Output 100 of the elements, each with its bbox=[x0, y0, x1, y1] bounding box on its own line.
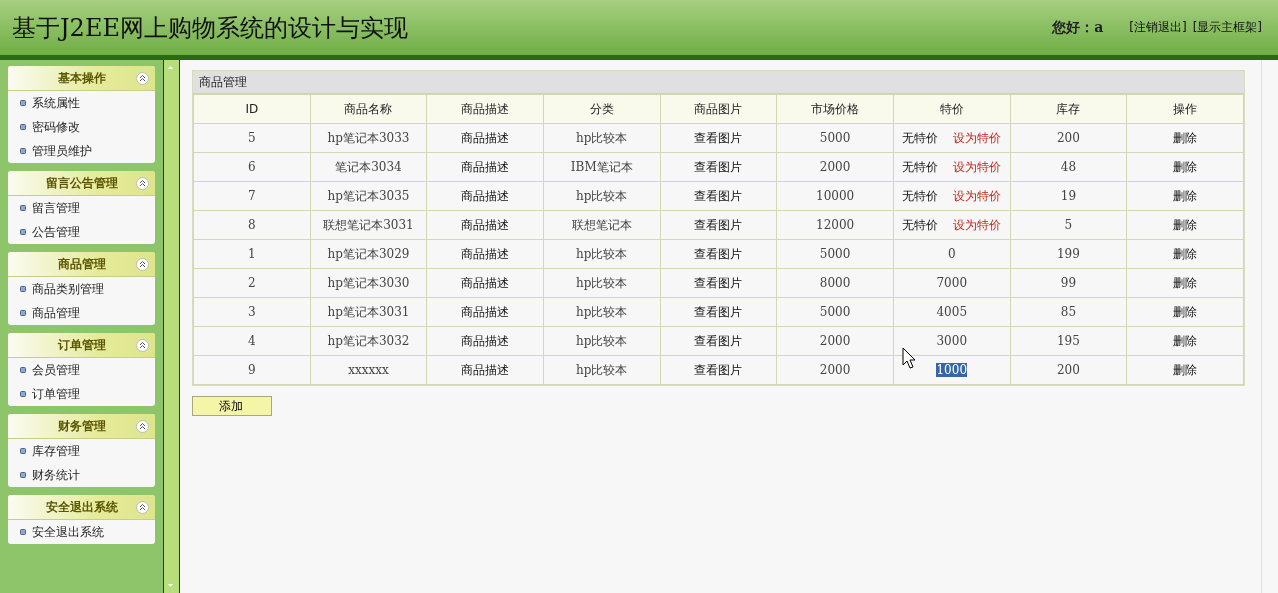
table-cell: 8 bbox=[248, 218, 256, 232]
group-header[interactable]: 商品管理 bbox=[8, 252, 155, 277]
table-cell: 99 bbox=[1060, 276, 1077, 290]
table-cell: 联想笔记本 bbox=[571, 217, 632, 232]
sidebar-item[interactable]: 管理员维护 bbox=[8, 139, 155, 163]
group-header[interactable]: 留言公告管理 bbox=[8, 171, 155, 196]
delete-link[interactable]: 删除 bbox=[1173, 275, 1198, 290]
bullet-icon bbox=[20, 148, 26, 154]
special-price: 3000 bbox=[936, 334, 968, 348]
table-cell: 7 bbox=[248, 189, 256, 203]
group-title: 商品管理 bbox=[57, 255, 106, 273]
column-header: 特价 bbox=[893, 94, 1011, 124]
table-cell: 2000 bbox=[819, 363, 851, 377]
table-cell: hp笔记本3033 bbox=[327, 130, 410, 145]
table-cell: 5 bbox=[1064, 218, 1073, 232]
sidebar-item[interactable]: 留言管理 bbox=[8, 196, 155, 220]
bullet-icon bbox=[20, 229, 26, 235]
group-title: 留言公告管理 bbox=[45, 174, 118, 192]
delete-link[interactable]: 删除 bbox=[1173, 159, 1198, 174]
table-cell: 10000 bbox=[816, 189, 855, 203]
column-header: 商品图片 bbox=[660, 94, 777, 124]
delete-link[interactable]: 删除 bbox=[1173, 246, 1198, 261]
delete-link[interactable]: 删除 bbox=[1173, 130, 1198, 145]
add-button[interactable]: 添加 bbox=[192, 396, 272, 416]
collapse-icon[interactable] bbox=[136, 501, 149, 514]
collapse-icon[interactable] bbox=[136, 420, 149, 433]
column-header: 商品描述 bbox=[426, 94, 544, 124]
delete-link[interactable]: 删除 bbox=[1173, 333, 1198, 348]
table-cell: 8000 bbox=[819, 276, 851, 290]
table-cell: IBM笔记本 bbox=[570, 159, 633, 174]
no-special-label: 无特价 bbox=[901, 217, 938, 232]
sidebar-item[interactable]: 安全退出系统 bbox=[8, 520, 155, 544]
set-special-link[interactable]: 设为特价 bbox=[953, 130, 1002, 145]
header-link[interactable]: [注销退出] bbox=[1129, 19, 1187, 36]
bullet-icon bbox=[20, 286, 26, 292]
table-cell: 200 bbox=[1056, 363, 1080, 377]
sidebar-item[interactable]: 系统属性 bbox=[8, 91, 155, 115]
table-cell: 2000 bbox=[819, 334, 851, 348]
delete-link[interactable]: 删除 bbox=[1173, 217, 1198, 232]
set-special-link[interactable]: 设为特价 bbox=[953, 188, 1002, 203]
sidebar-item[interactable]: 商品管理 bbox=[8, 301, 155, 325]
cursor-icon bbox=[902, 347, 916, 369]
special-price: 4005 bbox=[936, 305, 968, 319]
group-header[interactable]: 订单管理 bbox=[8, 333, 155, 358]
group-title: 财务管理 bbox=[57, 417, 106, 435]
column-header: 市场价格 bbox=[776, 94, 894, 124]
site-title: 基于J2EE网上购物系统的设计与实现 bbox=[12, 12, 408, 44]
collapse-icon[interactable] bbox=[136, 339, 149, 352]
table-cell: 1 bbox=[248, 247, 256, 261]
delete-link[interactable]: 删除 bbox=[1173, 362, 1198, 377]
table-cell: hp比较本 bbox=[576, 188, 628, 203]
table-cell: 笔记本3034 bbox=[335, 159, 402, 174]
no-special-label: 无特价 bbox=[901, 188, 938, 203]
no-special-label: 无特价 bbox=[901, 130, 938, 145]
sidebar-item[interactable]: 订单管理 bbox=[8, 382, 155, 406]
collapse-icon[interactable] bbox=[136, 258, 149, 271]
group-header[interactable]: 财务管理 bbox=[8, 414, 155, 439]
delete-link[interactable]: 删除 bbox=[1173, 188, 1198, 203]
table-cell: 2 bbox=[248, 276, 256, 290]
set-special-link[interactable]: 设为特价 bbox=[953, 217, 1002, 232]
group-title: 安全退出系统 bbox=[45, 498, 118, 516]
table-cell: 19 bbox=[1060, 189, 1077, 203]
bullet-icon bbox=[20, 367, 26, 373]
table-cell: hp笔记本3035 bbox=[327, 188, 410, 203]
collapse-icon[interactable] bbox=[136, 177, 149, 190]
table-cell: 5000 bbox=[819, 247, 851, 261]
header-link[interactable]: [显示主框架] bbox=[1192, 19, 1262, 36]
sidebar-item[interactable]: 库存管理 bbox=[8, 439, 155, 463]
sidebar-item[interactable]: 公告管理 bbox=[8, 220, 155, 244]
column-header: 操作 bbox=[1126, 94, 1244, 124]
table-cell: hp比较本 bbox=[576, 304, 628, 319]
table-cell: hp比较本 bbox=[576, 362, 628, 377]
table-cell: 85 bbox=[1060, 305, 1077, 319]
group-header[interactable]: 安全退出系统 bbox=[8, 495, 155, 520]
table-cell: hp笔记本3029 bbox=[327, 246, 410, 261]
sidebar-item[interactable]: 财务统计 bbox=[8, 463, 155, 487]
panel-title: 商品管理 bbox=[193, 71, 1244, 94]
bullet-icon bbox=[20, 472, 26, 478]
set-special-link[interactable]: 设为特价 bbox=[953, 159, 1002, 174]
table-cell: hp比较本 bbox=[576, 130, 628, 145]
table-cell: hp笔记本3030 bbox=[327, 275, 410, 290]
table-cell: 3 bbox=[248, 305, 256, 319]
sidebar-item[interactable]: 会员管理 bbox=[8, 358, 155, 382]
column-header: ID bbox=[193, 94, 311, 124]
group-header[interactable]: 基本操作 bbox=[8, 66, 155, 91]
delete-link[interactable]: 删除 bbox=[1173, 304, 1198, 319]
table-cell: hp笔记本3031 bbox=[327, 304, 410, 319]
bullet-icon bbox=[20, 205, 26, 211]
sidebar-item[interactable]: 密码修改 bbox=[8, 115, 155, 139]
special-price: 1000 bbox=[936, 363, 968, 377]
table-cell: hp比较本 bbox=[576, 246, 628, 261]
bullet-icon bbox=[20, 100, 26, 106]
table-cell: hp笔记本3032 bbox=[327, 333, 410, 348]
table-cell: 联想笔记本3031 bbox=[323, 217, 414, 232]
collapse-icon[interactable] bbox=[136, 72, 149, 85]
sidebar-item[interactable]: 商品类别管理 bbox=[8, 277, 155, 301]
special-price: 0 bbox=[947, 247, 956, 261]
bullet-icon bbox=[20, 124, 26, 130]
table-cell: 5000 bbox=[819, 131, 851, 145]
table-cell: 9 bbox=[248, 363, 256, 377]
